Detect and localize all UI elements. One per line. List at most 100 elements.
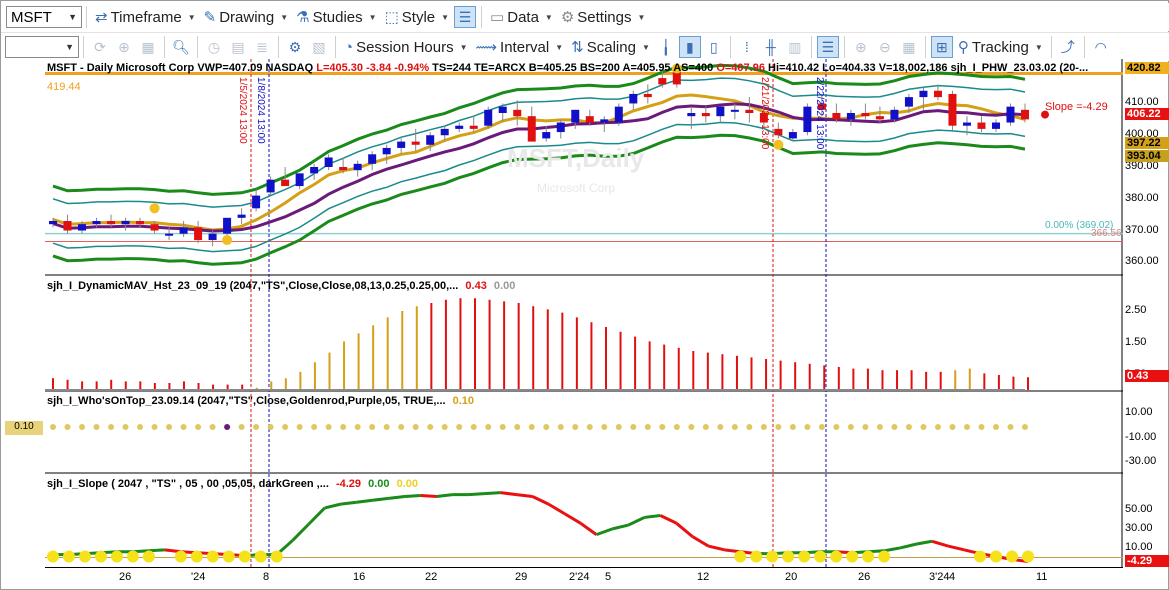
workspace-combo[interactable]: ▼	[5, 36, 79, 58]
session-hours-menu[interactable]: ◔ Session Hours ▼	[340, 35, 472, 59]
clock-icon[interactable]: ◷	[203, 36, 225, 58]
drawing-menu[interactable]: ✎ Drawing ▼	[200, 5, 293, 29]
price-axis-tick: 380.00	[1125, 191, 1159, 204]
price-axis-tag: 393.04	[1125, 150, 1169, 163]
list-icon[interactable]: ≣	[251, 36, 273, 58]
whos-axis-tick: -10.00	[1125, 431, 1157, 443]
chart-canvas[interactable]	[45, 59, 1123, 567]
candle-body	[585, 116, 594, 123]
candle-body	[643, 93, 652, 98]
whos-dot	[151, 424, 158, 430]
x-axis-tick: 26	[858, 571, 871, 583]
candle-body	[904, 97, 913, 107]
slope-flat-dot	[990, 550, 1003, 563]
slope-segment	[372, 496, 389, 502]
slope-flat-dot	[830, 550, 843, 563]
main-toolbar: MSFT ▼ ⇄ Timeframe ▼ ✎ Drawing ▼ ⚗ Studies ▼ ⬚…	[1, 3, 1169, 31]
line-chart-icon[interactable]: ▥	[784, 36, 806, 58]
slope-segment	[547, 502, 566, 515]
layout-toggle-button[interactable]: ☰	[454, 6, 477, 28]
whos-dot	[934, 424, 941, 430]
zoom-in-icon[interactable]: ⊕	[850, 36, 872, 58]
x-axis[interactable]: 26 '24 8 16 22 29 2'24 5 12 20 26 3'24 4 11	[45, 567, 1123, 589]
pct-line-sub-label: 366.56	[1091, 228, 1122, 239]
x-axis-tick: '24	[191, 571, 206, 583]
slope-flat-dot	[798, 550, 811, 563]
candle-body	[527, 116, 536, 142]
chart-icon[interactable]: ▤	[227, 36, 249, 58]
chevron-down-icon[interactable]: ▼	[68, 12, 77, 22]
settings-gear-icon[interactable]: ⚙	[284, 36, 306, 58]
slope-segment	[563, 512, 582, 525]
data-menu[interactable]: ▭ Data ▼	[486, 5, 557, 29]
chevron-down-icon: ▼	[187, 12, 196, 22]
candle-chart-icon[interactable]: ▮	[678, 36, 701, 58]
find-icon[interactable]: 🔍︎	[170, 36, 192, 58]
price-axis-tick: 360.00	[1125, 255, 1159, 268]
x-axis-tick: 16	[353, 571, 366, 583]
hist-axis-tag: 0.43	[1125, 370, 1169, 383]
slope-segment	[484, 491, 501, 496]
hollow-candle-icon[interactable]: ▯	[703, 36, 725, 58]
candle-body	[933, 90, 942, 98]
hist-axis-tick: 1.50	[1125, 336, 1147, 348]
whos-dot	[50, 424, 56, 430]
tracking-icon: ⚲	[957, 39, 969, 56]
whos-dot	[818, 424, 825, 430]
candle-body	[919, 90, 928, 98]
candle-body	[455, 125, 464, 129]
chevron-down-icon: ▼	[441, 12, 450, 22]
slope-axis-tag: -4.29	[1125, 554, 1169, 567]
candle-body	[745, 109, 754, 113]
candle-body	[150, 224, 159, 231]
style-menu[interactable]: ⬚ Style ▼	[381, 5, 453, 29]
whos-dot	[876, 424, 883, 430]
panels-icon[interactable]: ☰	[816, 36, 839, 58]
zoom-icon[interactable]: ⊕	[113, 36, 135, 58]
refresh-icon[interactable]: ⟳	[89, 36, 111, 58]
chevron-down-icon: ▼	[368, 12, 377, 22]
chevron-down-icon: ▼	[637, 12, 646, 22]
slope-flat-dot	[190, 550, 203, 563]
ohlc-icon[interactable]: ╫	[760, 36, 782, 58]
interval-menu[interactable]: ⟿ Interval ▼	[472, 35, 568, 59]
chevron-down-icon: ▼	[280, 12, 289, 22]
format-icon[interactable]: ▧	[308, 36, 330, 58]
slope-segment	[340, 500, 357, 506]
bar-chart-icon[interactable]: ╽	[655, 36, 677, 58]
whos-dot	[514, 424, 521, 430]
whos-dot	[369, 424, 376, 430]
timeframe-menu[interactable]: ⇄ Timeframe ▼	[91, 5, 200, 29]
candle-body	[861, 113, 870, 117]
candle-body	[1006, 106, 1015, 123]
zoom-out-icon[interactable]: ⊖	[874, 36, 896, 58]
tracking-menu[interactable]: ⚲ Tracking ▼	[954, 35, 1047, 59]
slope-segment	[388, 494, 405, 500]
chevron-down-icon[interactable]: ▼	[65, 42, 74, 52]
whos-dot	[354, 424, 361, 430]
slope-segment	[595, 527, 613, 537]
calendar-icon[interactable]: ▦	[898, 36, 920, 58]
price-axis-tag: 406.22	[1125, 108, 1169, 121]
gauge-icon[interactable]: ◠	[1090, 36, 1112, 58]
slope-segment	[612, 523, 629, 531]
whos-dot	[398, 424, 405, 430]
whos-dot	[427, 424, 434, 430]
symbol-combo[interactable]: MSFT ▼	[6, 6, 82, 28]
whos-dot	[195, 424, 202, 430]
chart-area[interactable]: MSFT - Daily Microsoft Corp VWP=407.09 N…	[5, 59, 1123, 567]
whos-dot	[804, 424, 811, 430]
candle-body	[368, 154, 377, 164]
dots-chart-icon[interactable]: ⁞	[736, 36, 758, 58]
grid-icon[interactable]: ▦	[137, 36, 159, 58]
add-study-icon[interactable]: ⤴	[1057, 36, 1079, 58]
scaling-menu[interactable]: ⇅ Scaling ▼	[567, 35, 654, 59]
grid-layout-icon[interactable]: ⊞	[930, 36, 953, 58]
upper-band-line	[52, 63, 1026, 196]
slope-label: Slope =-4.29	[1045, 101, 1108, 113]
whos-dot	[180, 424, 187, 430]
studies-menu[interactable]: ⚗ Studies ▼	[292, 5, 380, 29]
whos-dot	[688, 424, 695, 430]
settings-menu[interactable]: ⚙ Settings ▼	[557, 5, 650, 29]
divider	[1050, 36, 1052, 58]
